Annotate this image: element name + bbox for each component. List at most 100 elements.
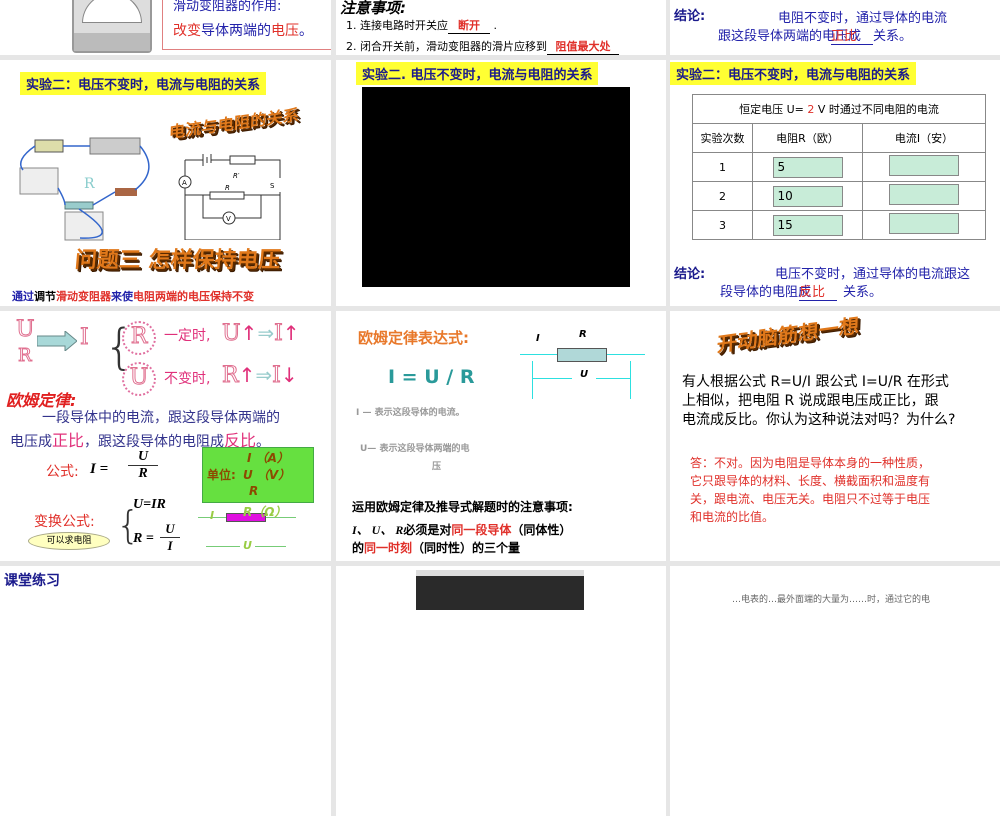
circuit-label: R — [225, 184, 230, 192]
answer-line: 它只跟导体的材料、长度、横截面积和温度有 — [690, 474, 931, 488]
numerator: U — [160, 521, 180, 538]
current-cell[interactable] — [889, 184, 959, 205]
diagram-label-r: R — [579, 329, 587, 340]
wire-label-r: R（Ω） — [243, 505, 287, 519]
law-text: 正比 — [52, 431, 85, 450]
wordart-title: 电流与电阻的关系 — [168, 105, 300, 142]
answer-line: 答：不对。因为电阻是导体本身的一种性质， — [690, 456, 931, 470]
relation-2: R↑⇒I↓ — [222, 363, 298, 389]
resistance-cell[interactable]: 15 — [772, 214, 843, 236]
slide-thumbnail-11[interactable] — [336, 566, 666, 816]
note-text: 1. 连接电路时开关应 — [346, 19, 448, 32]
note-text: 同一时刻 — [364, 541, 413, 555]
symbol-i: I — [274, 321, 284, 347]
denominator: I — [167, 538, 173, 553]
caption-text: 调节 — [34, 290, 56, 303]
circuit-diagram: A R′ R S V — [178, 154, 281, 240]
condition-text: 不变时, — [164, 371, 211, 387]
symbol-u: U — [222, 321, 242, 347]
conclusion-line1: 电阻不变时，通过导体的电流 — [778, 11, 948, 26]
slide-thumbnail-6[interactable]: 实验二：电压不变时，电流与电阻的关系 恒定电压 U= 2 V 时通过不同电阻的电… — [670, 60, 1000, 306]
description-1: I — 表示这段导体的电流。 — [356, 408, 465, 418]
trial-number: 3 — [692, 210, 753, 240]
transform-label: 变换公式: — [34, 514, 95, 530]
caption-text: V 时通过不同电阻的电流 — [814, 103, 939, 116]
slide-thumbnail-12[interactable]: …电表的…最外面端的大量为……时，通过它的电 — [670, 566, 1000, 816]
caption-text: 来使 — [111, 290, 133, 303]
current-cell[interactable] — [889, 155, 959, 176]
caption-text: 滑动变阻器 — [56, 290, 111, 303]
conclusion-line2: 跟这段导体两端的电压成正比 关系。 — [718, 25, 912, 45]
data-table: 恒定电压 U= 2 V 时通过不同电阻的电流 实验次数 电阻R（欧） 电流I（安） … — [692, 94, 986, 240]
video-placeholder[interactable] — [362, 87, 630, 287]
wordart-question: 问题三 怎样保持电压 — [73, 248, 282, 273]
voltmeter-image — [72, 0, 152, 53]
question-line: 电流成反比。你认为这种说法对吗？为什么? — [682, 412, 956, 428]
conclusion-line1: 电压不变时，通过导体的电流跟这 — [775, 267, 971, 282]
circuit-label: S — [270, 182, 275, 190]
resistance-cell[interactable]: 10 — [772, 185, 843, 207]
wordart-title: 开动脑筋想一想 — [716, 313, 860, 357]
resistor-label: R — [84, 176, 95, 192]
conclusion-line2: 段导体的电阻成反比 关系。 — [720, 281, 882, 301]
tip-text: 改变 — [173, 23, 201, 39]
arrow-icon — [37, 331, 77, 351]
note-title: 运用欧姆定律及推导式解题时的注意事项: — [352, 500, 573, 514]
note-text: （同体性） — [511, 523, 572, 537]
tip-text: 导体两端的 — [201, 23, 271, 39]
answer-2: 阻值最大处 — [547, 38, 619, 55]
note-text: （同时性）的三个量 — [412, 541, 521, 555]
formula: I = U / R — [388, 366, 475, 388]
wire-label-i: I — [210, 509, 215, 522]
symbol-i: I — [80, 325, 90, 351]
current-cell[interactable] — [889, 213, 959, 234]
slide-thumbnail-10[interactable]: 课堂练习 — [0, 566, 331, 816]
slide-thumbnail-2[interactable]: 注意事项: 1. 连接电路时开关应 断开 . 2. 闭合开关前，滑动变阻器的滑片应… — [336, 0, 666, 55]
law-line1: 一段导体中的电流，跟这段导体两端的 — [42, 410, 280, 426]
device-photo — [416, 570, 584, 610]
tip-line1: 滑动变阻器的作用: — [173, 0, 282, 14]
relation-1: U↑⇒I↑ — [222, 321, 300, 347]
symbol-r: R — [18, 345, 33, 367]
slide-thumbnail-1[interactable]: 滑动变阻器的作用: 改变导体两端的电压。 — [0, 0, 331, 55]
slide-thumbnail-8[interactable]: 欧姆定律表达式: I = U / R I R U I — 表示这段导体的电流。 … — [336, 311, 666, 561]
notes-title: 注意事项: — [340, 0, 406, 17]
numerator: U — [128, 449, 158, 466]
slide-thumbnail-7[interactable]: U R I { R 一定时, U↑⇒I↑ U 不变时, R↑⇒I↓ 欧姆定律: … — [0, 311, 331, 561]
slide-thumbnail-3[interactable]: 结论: 电阻不变时，通过导体的电流 跟这段导体两端的电压成正比 关系。 — [670, 0, 1000, 55]
table-caption: 恒定电压 U= 2 V 时通过不同电阻的电流 — [692, 94, 986, 124]
trial-number: 1 — [692, 152, 753, 182]
circuit-label: V — [226, 215, 231, 223]
unit-u: U （V） — [243, 468, 291, 482]
note-line1: I、 U、 R必须是对同一段导体（同体性） — [352, 521, 571, 538]
slide-title: 实验二：电压不变时，电流与电阻的关系 — [670, 62, 917, 85]
symbol-u: U — [16, 317, 36, 343]
slide-thumbnail-4[interactable]: 实验二：电压不变时，电流与电阻的关系 R A R′ R S V 电流与电阻的关系… — [0, 60, 331, 306]
slide-title: 欧姆定律表达式: — [358, 329, 469, 347]
question-line: 有人根据公式 R=U/I 跟公式 I=U/R 在形式 — [682, 374, 949, 390]
formula-label: 公式: — [46, 464, 79, 480]
note-text: 2. 闭合开关前，滑动变阻器的滑片应移到 — [346, 40, 547, 53]
circle-label: R — [130, 324, 148, 350]
wire-label-u: U — [240, 539, 255, 552]
answer-line: 关，跟电流、电压无关。电阻只不过等于电压 — [690, 492, 931, 506]
table-row: 3 15 — [692, 210, 986, 240]
resistance-cell[interactable]: 5 — [772, 156, 843, 178]
slide-thumbnail-5[interactable]: 实验二. 电压不变时，电流与电阻的关系 — [336, 60, 666, 306]
conclusion-label: 结论: — [674, 9, 706, 24]
column-header: 电流I（安） — [862, 123, 986, 153]
caption-text: 电阻两端的电压保持不变 — [133, 290, 254, 303]
caption-text: 通过 — [12, 290, 34, 303]
tip-text: 电压 — [271, 23, 299, 39]
slide-title: 实验二：电压不变时，电流与电阻的关系 — [20, 72, 267, 95]
formula-u: U=IR — [133, 497, 166, 512]
question: 有人根据公式 R=U/I 跟公式 I=U/R 在形式 上相似，把电阻 R 说成跟… — [682, 373, 955, 430]
table-row: 15 — [692, 152, 986, 182]
circuit-label: R′ — [233, 172, 240, 180]
conclusion-label: 结论: — [674, 267, 706, 282]
note-text: 必须是对 — [403, 523, 452, 537]
caption-text: 恒定电压 U= — [739, 103, 808, 116]
note-item-1: 1. 连接电路时开关应 断开 . — [346, 17, 497, 34]
formula-r: R = — [133, 531, 154, 546]
slide-thumbnail-9[interactable]: 开动脑筋想一想 有人根据公式 R=U/I 跟公式 I=U/R 在形式 上相似，把… — [670, 311, 1000, 561]
